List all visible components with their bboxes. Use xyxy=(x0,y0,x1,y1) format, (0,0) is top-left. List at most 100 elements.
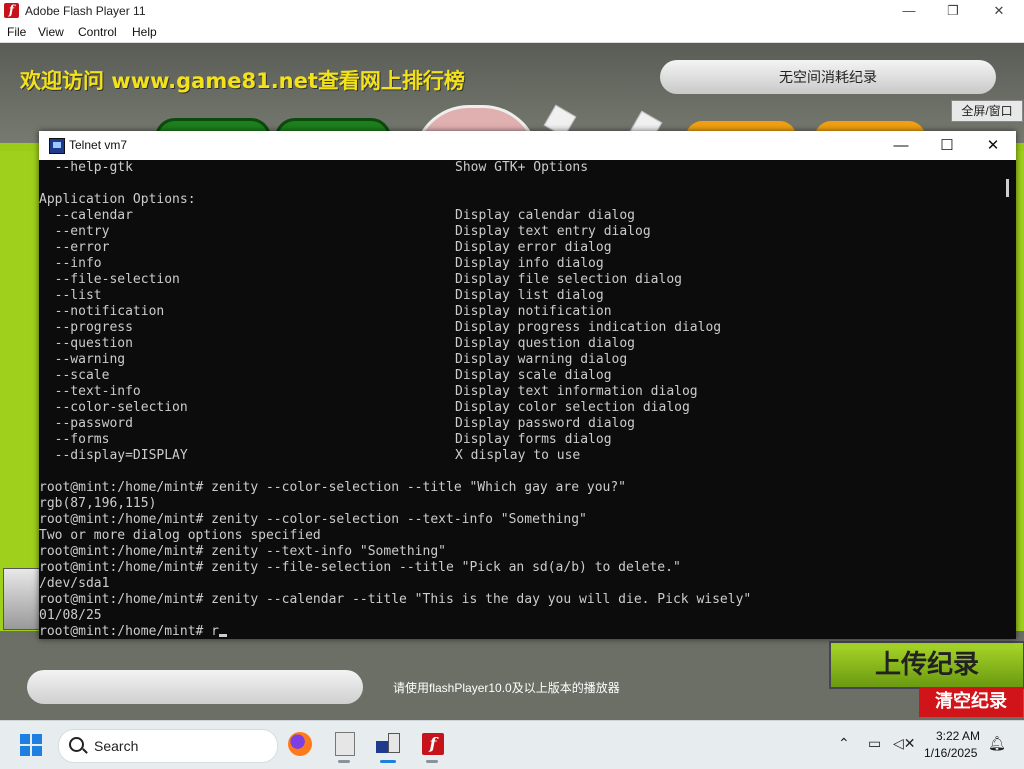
terminal-line: --file-selection Display file selection d… xyxy=(39,272,999,288)
terminal-line: --info Display info dialog xyxy=(39,256,999,272)
flash-menubar: File View Control Help xyxy=(0,22,1024,43)
player-version-note: 请使用flashPlayer10.0及以上版本的播放器 xyxy=(393,681,620,695)
terminal-line-text: --forms xyxy=(39,432,110,447)
terminal-line-description: Display color selection dialog xyxy=(455,400,690,415)
terminal-line: --calendar Display calendar dialog xyxy=(39,208,999,224)
terminal-line-text: --display=DISPLAY xyxy=(39,448,188,463)
flash-close-button[interactable]: ✕ xyxy=(976,0,1022,22)
terminal-line: --color-selection Display color selection… xyxy=(39,400,999,416)
terminal-line: --display=DISPLAY X display to use xyxy=(39,448,999,464)
terminal-line: --error Display error dialog xyxy=(39,240,999,256)
taskbar: Search f ⌃ ▭ ◁✕ 3:22 AM 1/16/2025 🔔︎ xyxy=(0,720,1024,769)
taskbar-search-box[interactable]: Search xyxy=(58,729,278,763)
clock-date[interactable]: 1/16/2025 xyxy=(924,746,977,760)
telnet-maximize-button[interactable]: ☐ xyxy=(924,131,970,160)
terminal-line-description: Display list dialog xyxy=(455,288,604,303)
terminal-output[interactable]: --help-gtk Show GTK+ Options Application O… xyxy=(39,160,999,639)
terminal-line: --list Display list dialog xyxy=(39,288,999,304)
flash-titlebar: f Adobe Flash Player 11 — ❐ ✕ xyxy=(0,0,1024,22)
terminal-line-text: Application Options: xyxy=(39,192,196,207)
firefox-icon[interactable] xyxy=(282,727,318,763)
terminal-line-description: Display file selection dialog xyxy=(455,272,682,287)
terminal-line: /dev/sda1 xyxy=(39,576,999,592)
flash-minimize-button[interactable]: — xyxy=(886,0,932,22)
terminal-line-text: root@mint:/home/mint# zenity --calendar … xyxy=(39,592,752,607)
terminal-line-description: Display calendar dialog xyxy=(455,208,636,223)
terminal-line-description: Display scale dialog xyxy=(455,368,612,383)
fullscreen-toggle-button[interactable]: 全屏/窗口 xyxy=(951,100,1023,122)
game-banner: 欢迎访问 www.game81.net查看网上排行榜 xyxy=(20,69,465,93)
terminal-line-text: --notification xyxy=(39,304,165,319)
search-label: Search xyxy=(94,738,139,754)
terminal-line-description: X display to use xyxy=(455,448,581,463)
flash-app-icon: f xyxy=(4,3,19,18)
telnet-close-button[interactable]: ✕ xyxy=(970,131,1016,160)
terminal-line: --notification Display notification xyxy=(39,304,999,320)
menu-file[interactable]: File xyxy=(7,25,26,39)
terminal-line-text: --list xyxy=(39,288,102,303)
terminal-line-text: --color-selection xyxy=(39,400,188,415)
terminal-line: --progress Display progress indication di… xyxy=(39,320,999,336)
terminal-line: --entry Display text entry dialog xyxy=(39,224,999,240)
telnet-minimize-button[interactable]: — xyxy=(878,131,924,160)
terminal-prompt-line[interactable]: root@mint:/home/mint# r xyxy=(39,624,999,639)
terminal-line-description: Display info dialog xyxy=(455,256,604,271)
terminal-scrollbar[interactable] xyxy=(1006,179,1009,197)
menu-control[interactable]: Control xyxy=(78,25,117,39)
record-status-bar: 无空间消耗纪录 xyxy=(660,60,996,94)
flash-restore-button[interactable]: ❐ xyxy=(930,0,976,22)
terminal-line-description: Show GTK+ Options xyxy=(455,160,589,175)
terminal-line-text: --warning xyxy=(39,352,126,367)
telnet-titlebar[interactable]: Telnet vm7 — ☐ ✕ xyxy=(39,131,1016,160)
terminal-line-description: Display forms dialog xyxy=(455,432,612,447)
terminal-line: --question Display question dialog xyxy=(39,336,999,352)
clear-record-button[interactable]: 清空纪录 xyxy=(919,687,1023,717)
terminal-line-description: Display notification xyxy=(455,304,612,319)
upload-record-button[interactable]: 上传纪录 xyxy=(829,641,1024,689)
terminal-line: --warning Display warning dialog xyxy=(39,352,999,368)
clock-time[interactable]: 3:22 AM xyxy=(936,729,980,743)
telnet-taskbar-icon[interactable] xyxy=(370,727,406,763)
terminal-line-text: --text-info xyxy=(39,384,141,399)
terminal-line-text: root@mint:/home/mint# zenity --color-sel… xyxy=(39,480,626,495)
recorder-icon[interactable] xyxy=(326,727,362,763)
volume-muted-icon[interactable]: ◁✕ xyxy=(893,735,916,752)
terminal-line-text: 01/08/25 xyxy=(39,608,102,623)
terminal-line-text: root@mint:/home/mint# zenity --text-info… xyxy=(39,544,446,559)
terminal-line-description: Display text entry dialog xyxy=(455,224,651,239)
flash-player-icon[interactable]: f xyxy=(414,727,450,763)
chevron-up-icon[interactable]: ⌃ xyxy=(838,735,850,752)
terminal-line-text: --error xyxy=(39,240,110,255)
flash-window-title: Adobe Flash Player 11 xyxy=(25,4,146,18)
terminal-line-description: Display error dialog xyxy=(455,240,612,255)
windows-start-icon[interactable] xyxy=(20,734,42,756)
terminal-line: --password Display password dialog xyxy=(39,416,999,432)
terminal-line: root@mint:/home/mint# zenity --text-info… xyxy=(39,544,999,560)
menu-view[interactable]: View xyxy=(38,25,64,39)
terminal-line: --text-info Display text information dial… xyxy=(39,384,999,400)
game-side-panel xyxy=(3,568,41,630)
terminal-prompt: root@mint:/home/mint# r xyxy=(39,624,220,639)
terminal-line-text: --file-selection xyxy=(39,272,180,287)
terminal-line-text: Two or more dialog options specified xyxy=(39,528,321,543)
menu-help[interactable]: Help xyxy=(132,25,157,39)
terminal-line-description: Display progress indication dialog xyxy=(455,320,722,335)
terminal-line-text: --question xyxy=(39,336,133,351)
terminal-line: 01/08/25 xyxy=(39,608,999,624)
telnet-window: Telnet vm7 — ☐ ✕ --help-gtk Show GTK+ Opt… xyxy=(39,131,1016,639)
terminal-line-text: --progress xyxy=(39,320,133,335)
terminal-line-text: --calendar xyxy=(39,208,133,223)
notification-bell-icon[interactable]: 🔔︎ xyxy=(988,735,1006,752)
terminal-line-text: root@mint:/home/mint# zenity --color-sel… xyxy=(39,512,587,527)
stage-left-border xyxy=(0,151,40,631)
bottom-status-bar xyxy=(27,670,363,704)
terminal-line: rgb(87,196,115) xyxy=(39,496,999,512)
terminal-line-text: --help-gtk xyxy=(39,160,133,175)
terminal-line: --scale Display scale dialog xyxy=(39,368,999,384)
terminal-line-text: --entry xyxy=(39,224,110,239)
terminal-line-description: Display question dialog xyxy=(455,336,636,351)
telnet-app-icon xyxy=(49,138,65,154)
network-icon[interactable]: ▭ xyxy=(868,735,881,752)
